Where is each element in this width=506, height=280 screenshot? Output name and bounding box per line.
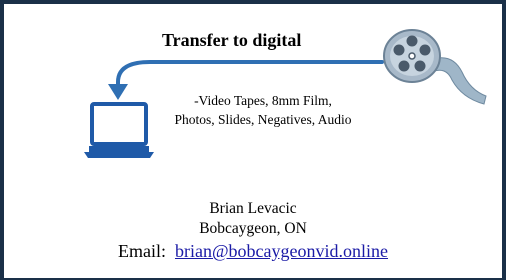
contact-block: Brian Levacic Bobcaygeon, ON Email: bria… xyxy=(0,199,506,263)
services-line-1: -Video Tapes, 8mm Film, xyxy=(194,93,332,108)
services-list: -Video Tapes, 8mm Film, Photos, Slides, … xyxy=(143,91,383,129)
contact-location: Bobcaygeon, ON xyxy=(199,220,307,237)
email-row: Email: brian@bobcaygeonvid.online xyxy=(0,239,506,263)
email-link[interactable]: brian@bobcaygeonvid.online xyxy=(175,241,388,261)
email-label: Email: xyxy=(117,241,166,261)
contact-name: Brian Levacic xyxy=(209,200,297,217)
film-reel-icon xyxy=(383,29,487,105)
services-line-2: Photos, Slides, Negatives, Audio xyxy=(174,112,352,127)
page-title: Transfer to digital xyxy=(162,30,302,50)
